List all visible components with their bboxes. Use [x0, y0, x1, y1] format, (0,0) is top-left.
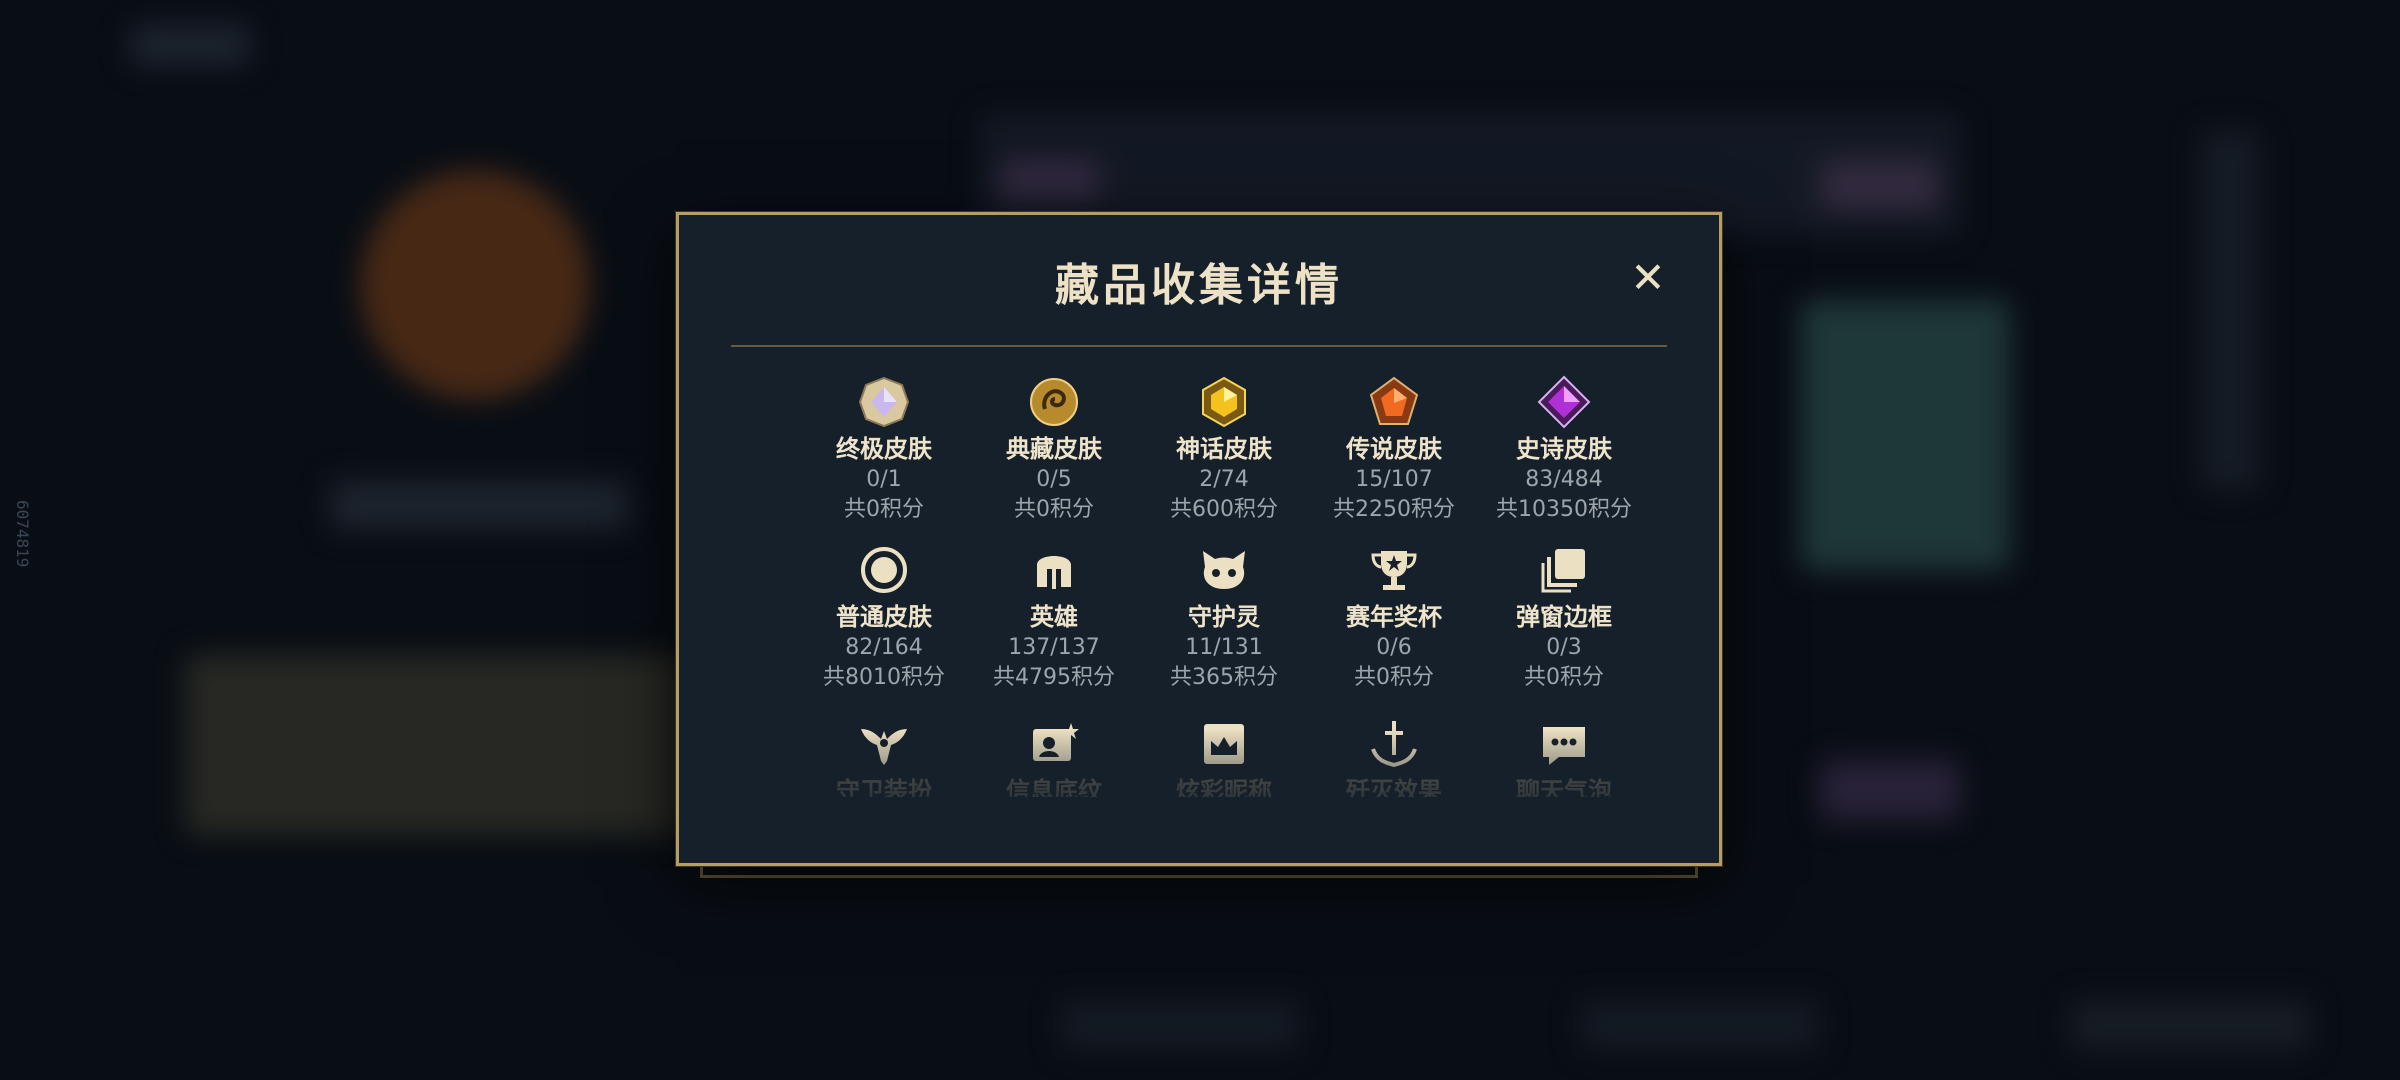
item-count: 0/6 [1376, 635, 1412, 660]
item-count: 2/74 [1199, 467, 1249, 492]
item-points: 共4795积分 [993, 665, 1115, 690]
item-count: 11/131 [1185, 635, 1263, 660]
frame-icon [1537, 543, 1591, 597]
item-count: 15/107 [1355, 467, 1433, 492]
champion-helmet-icon [1027, 543, 1081, 597]
item-name: 史诗皮肤 [1516, 435, 1612, 463]
collection-item-finisher[interactable]: 歼灭效果 [1309, 717, 1479, 797]
chat-bubble-icon [1537, 717, 1591, 771]
collection-item-epic-skin[interactable]: 史诗皮肤 83/484 共10350积分 [1479, 375, 1649, 523]
collection-grid: 终极皮肤 0/1 共0积分 典藏皮肤 0/5 共0积分 神话皮肤 2/74 共6… [799, 375, 1649, 691]
collection-item-ultimate-skin[interactable]: 终极皮肤 0/1 共0积分 [799, 375, 969, 523]
collection-item-mythic-skin[interactable]: 神话皮肤 2/74 共600积分 [1139, 375, 1309, 523]
collection-item-frame[interactable]: 弹窗边框 0/3 共0积分 [1479, 543, 1649, 691]
profile-banner-icon [1027, 717, 1081, 771]
item-name: 英雄 [1030, 603, 1078, 631]
item-points: 共600积分 [1170, 497, 1278, 522]
modal-bottom-edge [700, 866, 1698, 878]
title-divider [731, 345, 1667, 347]
item-points: 共0积分 [844, 497, 924, 522]
item-name: 信息底纹 [1006, 777, 1102, 797]
item-name: 守护灵 [1188, 603, 1260, 631]
nickname-icon [1197, 717, 1251, 771]
epic-skin-icon [1537, 375, 1591, 429]
collection-grid-row-3: 守卫装扮 信息底纹 炫彩昵称 歼灭效果 聊天气泡 [799, 717, 1649, 797]
item-name: 神话皮肤 [1176, 435, 1272, 463]
standard-skin-icon [857, 543, 911, 597]
collection-item-nickname[interactable]: 炫彩昵称 [1139, 717, 1309, 797]
collection-item-ward-skin[interactable]: 守卫装扮 [799, 717, 969, 797]
collection-item-profile-banner[interactable]: 信息底纹 [969, 717, 1139, 797]
modal-title: 藏品收集详情 [1055, 260, 1343, 311]
collector-skin-icon [1027, 375, 1081, 429]
item-count: 83/484 [1525, 467, 1603, 492]
player-id-label: 6074819 [13, 500, 32, 568]
item-points: 共0积分 [1014, 497, 1094, 522]
collection-item-chat-bubble[interactable]: 聊天气泡 [1479, 717, 1649, 797]
item-name: 弹窗边框 [1516, 603, 1612, 631]
item-name: 传说皮肤 [1346, 435, 1442, 463]
collection-item-legendary-skin[interactable]: 传说皮肤 15/107 共2250积分 [1309, 375, 1479, 523]
item-count: 0/1 [866, 467, 902, 492]
item-points: 共0积分 [1524, 665, 1604, 690]
item-count: 0/3 [1546, 635, 1582, 660]
collection-item-trophy[interactable]: 赛年奖杯 0/6 共0积分 [1309, 543, 1479, 691]
mythic-skin-icon [1197, 375, 1251, 429]
ultimate-skin-icon [857, 375, 911, 429]
collection-details-modal: 藏品收集详情 ✕ 终极皮肤 0/1 共0积分 典藏皮肤 0/5 共0积分 神话皮… [676, 212, 1722, 866]
collection-item-champion[interactable]: 英雄 137/137 共4795积分 [969, 543, 1139, 691]
legendary-skin-icon [1367, 375, 1421, 429]
item-points: 共10350积分 [1496, 497, 1632, 522]
item-name: 歼灭效果 [1346, 777, 1442, 797]
collection-item-standard-skin[interactable]: 普通皮肤 82/164 共8010积分 [799, 543, 969, 691]
item-name: 赛年奖杯 [1346, 603, 1442, 631]
trophy-icon [1367, 543, 1421, 597]
collection-item-collector-skin[interactable]: 典藏皮肤 0/5 共0积分 [969, 375, 1139, 523]
item-count: 0/5 [1036, 467, 1072, 492]
collection-item-guardian[interactable]: 守护灵 11/131 共365积分 [1139, 543, 1309, 691]
item-count: 82/164 [845, 635, 923, 660]
close-icon[interactable]: ✕ [1627, 257, 1669, 299]
item-points: 共0积分 [1354, 665, 1434, 690]
finisher-icon [1367, 717, 1421, 771]
item-count: 137/137 [1008, 635, 1100, 660]
item-name: 守卫装扮 [836, 777, 932, 797]
item-name: 炫彩昵称 [1176, 777, 1272, 797]
ward-skin-icon [857, 717, 911, 771]
item-name: 终极皮肤 [836, 435, 932, 463]
item-name: 典藏皮肤 [1006, 435, 1102, 463]
item-points: 共8010积分 [823, 665, 945, 690]
item-name: 普通皮肤 [836, 603, 932, 631]
item-points: 共365积分 [1170, 665, 1278, 690]
item-name: 聊天气泡 [1516, 777, 1612, 797]
item-points: 共2250积分 [1333, 497, 1455, 522]
guardian-pet-icon [1197, 543, 1251, 597]
